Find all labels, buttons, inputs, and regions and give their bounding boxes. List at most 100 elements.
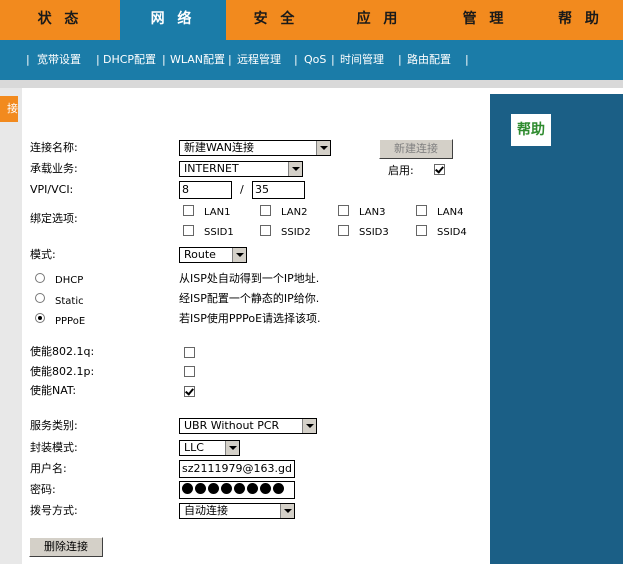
enable-checkbox[interactable] [434, 164, 445, 175]
tab-network[interactable]: 网 络 [120, 0, 226, 40]
chevron-down-icon [225, 441, 239, 455]
subnav-separator: | [26, 53, 30, 66]
service-class-select[interactable]: UBR Without PCR [179, 418, 317, 434]
mode-select[interactable]: Route [179, 247, 247, 263]
subnav-dhcp[interactable]: DHCP配置 [103, 40, 156, 80]
subnav-time[interactable]: 时间管理 [340, 40, 384, 80]
connection-name-select[interactable]: 新建WAN连接 [179, 140, 331, 156]
username-label: 用户名: [30, 462, 67, 475]
chevron-down-icon [316, 141, 330, 155]
lan1-label: LAN1 [204, 207, 231, 218]
lan4-label: LAN4 [437, 207, 464, 218]
vpi-vci-label: VPI/VCI: [30, 183, 74, 196]
chevron-down-icon [288, 162, 302, 176]
subnav-remote[interactable]: 远程管理 [237, 40, 281, 80]
binding-label: 绑定选项: [30, 212, 78, 225]
vpi-input[interactable]: 8 [179, 181, 232, 199]
ssid4-checkbox[interactable] [416, 225, 427, 236]
enable-8021q-checkbox[interactable] [184, 347, 195, 358]
ssid2-label: SSID2 [281, 227, 311, 238]
divider-strip [0, 80, 623, 88]
encapsulation-value: LLC [184, 441, 204, 454]
subnav-broadband[interactable]: 宽带设置 [37, 40, 81, 80]
help-title: 帮助 [511, 114, 551, 146]
pppoe-description: 若ISP使用PPPoE请选择该项. [179, 312, 321, 325]
ssid4-label: SSID4 [437, 227, 467, 238]
enable-8021p-checkbox[interactable] [184, 366, 195, 377]
password-mask-dot [234, 483, 245, 494]
help-panel [490, 94, 623, 564]
subnav-qos[interactable]: QoS [304, 40, 326, 80]
service-select[interactable]: INTERNET [179, 161, 303, 177]
subnav-separator: | [162, 53, 166, 66]
dhcp-description: 从ISP处自动得到一个IP地址. [179, 272, 320, 285]
ssid3-label: SSID3 [359, 227, 389, 238]
service-class-label: 服务类别: [30, 419, 78, 432]
tab-application[interactable]: 应 用 [326, 0, 432, 40]
subnav-separator: | [465, 53, 469, 66]
tab-help[interactable]: 帮 助 [538, 0, 623, 40]
connection-name-value: 新建WAN连接 [184, 141, 255, 154]
tab-management[interactable]: 管 理 [432, 0, 538, 40]
subnav-separator: | [398, 53, 402, 66]
service-label: 承载业务: [30, 162, 78, 175]
enable-label: 启用: [388, 164, 414, 177]
lan1-checkbox[interactable] [183, 205, 194, 216]
ssid3-checkbox[interactable] [338, 225, 349, 236]
password-mask-dot [273, 483, 284, 494]
password-label: 密码: [30, 483, 56, 496]
vpi-vci-separator: / [240, 183, 244, 196]
pppoe-label: PPPoE [55, 316, 86, 327]
password-mask-dot [247, 483, 258, 494]
username-input[interactable]: sz2111979@163.gd [179, 460, 295, 478]
subnav-wlan[interactable]: WLAN配置 [170, 40, 225, 80]
sub-navigation: | 宽带设置 | DHCP配置 | WLAN配置 | 远程管理 | QoS | … [0, 40, 623, 80]
dhcp-radio[interactable] [35, 273, 45, 283]
mode-label: 模式: [30, 248, 56, 261]
encapsulation-label: 封装模式: [30, 441, 78, 454]
dial-mode-select[interactable]: 自动连接 [179, 503, 295, 519]
enable-8021q-label: 使能802.1q: [30, 345, 95, 358]
mode-value: Route [184, 248, 216, 261]
password-mask-dot [208, 483, 219, 494]
vci-input[interactable]: 35 [252, 181, 305, 199]
left-edge [0, 88, 22, 564]
lan2-label: LAN2 [281, 207, 308, 218]
service-class-value: UBR Without PCR [184, 419, 280, 432]
dhcp-label: DHCP [55, 275, 84, 286]
new-connection-button[interactable]: 新建连接 [379, 139, 453, 159]
subnav-separator: | [228, 53, 232, 66]
password-mask-dot [195, 483, 206, 494]
ssid1-label: SSID1 [204, 227, 234, 238]
password-mask-dot [182, 483, 193, 494]
dial-mode-label: 拨号方式: [30, 504, 78, 517]
subnav-routing[interactable]: 路由配置 [407, 40, 451, 80]
lan3-label: LAN3 [359, 207, 386, 218]
tab-status[interactable]: 状 态 [0, 0, 120, 40]
chevron-down-icon [280, 504, 294, 518]
password-mask-dot [221, 483, 232, 494]
subnav-separator: | [96, 53, 100, 66]
enable-nat-checkbox[interactable] [184, 386, 195, 397]
ssid1-checkbox[interactable] [183, 225, 194, 236]
static-description: 经ISP配置一个静态的IP给你. [179, 292, 320, 305]
lan4-checkbox[interactable] [416, 205, 427, 216]
lan2-checkbox[interactable] [260, 205, 271, 216]
static-radio[interactable] [35, 293, 45, 303]
password-input[interactable] [179, 481, 295, 499]
chevron-down-icon [232, 248, 246, 262]
ssid2-checkbox[interactable] [260, 225, 271, 236]
tab-security[interactable]: 安 全 [226, 0, 326, 40]
static-label: Static [55, 296, 84, 307]
service-value: INTERNET [184, 162, 239, 175]
delete-connection-button[interactable]: 删除连接 [29, 537, 103, 557]
password-mask-dot [260, 483, 271, 494]
pppoe-radio[interactable] [35, 313, 45, 323]
dial-mode-value: 自动连接 [184, 504, 228, 517]
encapsulation-select[interactable]: LLC [179, 440, 240, 456]
subnav-separator: | [331, 53, 335, 66]
connection-name-label: 连接名称: [30, 141, 78, 154]
lan3-checkbox[interactable] [338, 205, 349, 216]
side-tab[interactable]: 接 [0, 96, 18, 122]
enable-8021p-label: 使能802.1p: [30, 365, 95, 378]
